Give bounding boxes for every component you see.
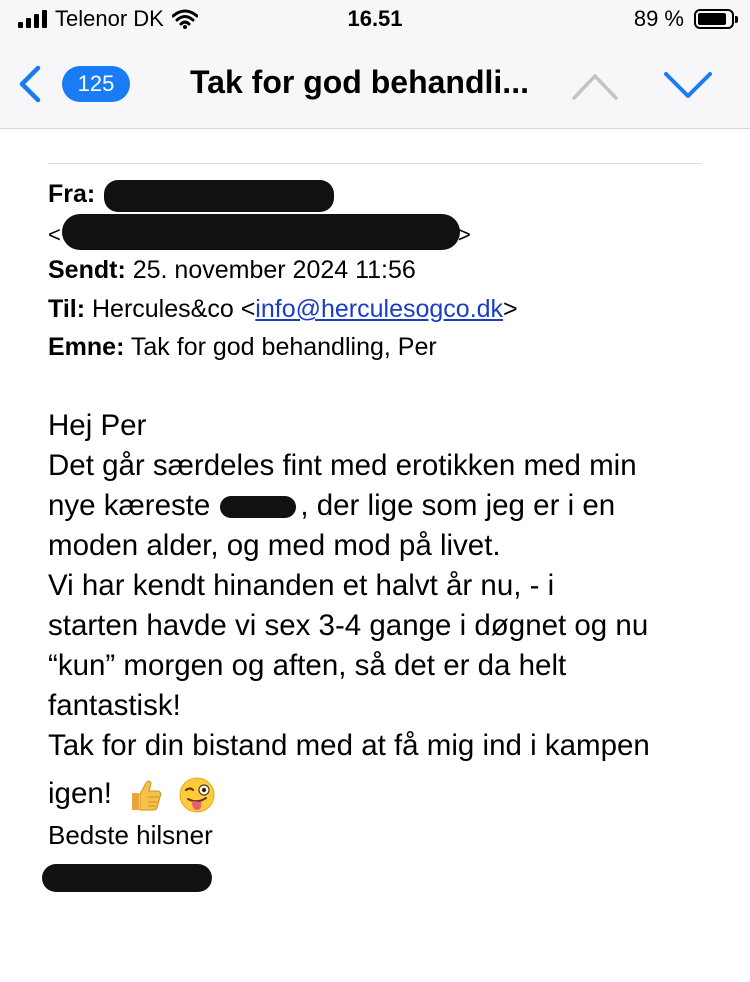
redacted-sender-email: [62, 214, 460, 250]
body-line-9: igen!: [48, 774, 728, 814]
body-line-5: starten havde vi sex 3-4 gange i døgnet …: [48, 609, 649, 642]
chevron-left-icon: [19, 65, 41, 103]
body-line-3: moden alder, og med mod på livet.: [48, 529, 501, 562]
to-bracket-open: <: [240, 295, 256, 323]
subject-value: Tak for god behandling, Per: [130, 333, 437, 361]
subject-line: Emne: Tak for god behandling, Per: [48, 333, 437, 362]
sign-off: Bedste hilsner: [48, 820, 213, 850]
chevron-up-icon: [572, 74, 618, 100]
body-line-1: Det går særdeles fint med erotikken med …: [48, 449, 637, 482]
nav-title: Tak for god behandli...: [190, 64, 529, 100]
from-line: Fra:: [48, 180, 95, 209]
to-bracket-close: >: [503, 295, 518, 323]
sent-line: Sendt: 25. november 2024 11:56: [48, 256, 416, 285]
nav-bar: 125 Tak for god behandli...: [0, 42, 750, 129]
winking-face-tongue-icon: [179, 777, 215, 813]
body-line-2: nye kæreste , der lige som jeg er i en: [48, 486, 728, 526]
body-line-2-end: , der lige som jeg er i en: [300, 489, 616, 522]
from-label: Fra:: [48, 180, 96, 208]
to-email-link[interactable]: info@herculesogco.dk: [255, 295, 503, 323]
header-divider: [48, 163, 702, 164]
thumbs-up-icon: [132, 780, 162, 811]
sent-date: 25. november 2024 11:56: [132, 256, 416, 284]
battery-fill: [698, 13, 726, 25]
battery-icon: [694, 9, 738, 29]
previous-message-button[interactable]: [570, 68, 620, 104]
redacted-signature: [42, 864, 212, 892]
to-label: Til:: [48, 295, 86, 323]
back-button[interactable]: [14, 64, 46, 104]
body-line-4: Vi har kendt hinanden et halvt år nu, - …: [48, 569, 555, 602]
body-line-7: fantastisk!: [48, 689, 181, 722]
body-line-2-start: nye kæreste: [48, 489, 211, 522]
chevron-down-icon: [664, 72, 712, 98]
redacted-sender-name: [104, 180, 334, 212]
to-name: Hercules&co: [92, 295, 234, 323]
battery-percentage: 89 %: [633, 6, 684, 31]
email-body: Hej Per Det går særdeles fint med erotik…: [48, 406, 728, 814]
greeting: Hej Per: [48, 409, 147, 442]
body-line-8: Tak for din bistand med at få mig ind i …: [48, 729, 650, 762]
from-address-close: >: [458, 222, 471, 247]
status-right: 89 %: [633, 6, 738, 32]
next-message-button[interactable]: [662, 68, 714, 104]
sent-label: Sendt:: [48, 256, 126, 284]
from-address-open: <: [48, 222, 61, 247]
body-line-9-text: igen!: [48, 777, 112, 810]
unread-count-badge[interactable]: 125: [62, 66, 130, 102]
redacted-partner-name: [220, 496, 297, 519]
subject-label: Emne:: [48, 333, 125, 361]
status-bar: Telenor DK 16.51 89 %: [0, 0, 750, 42]
to-line: Til: Hercules&co <info@herculesogco.dk>: [48, 295, 518, 324]
body-line-6: “kun” morgen og aften, så det er da helt: [48, 649, 567, 682]
